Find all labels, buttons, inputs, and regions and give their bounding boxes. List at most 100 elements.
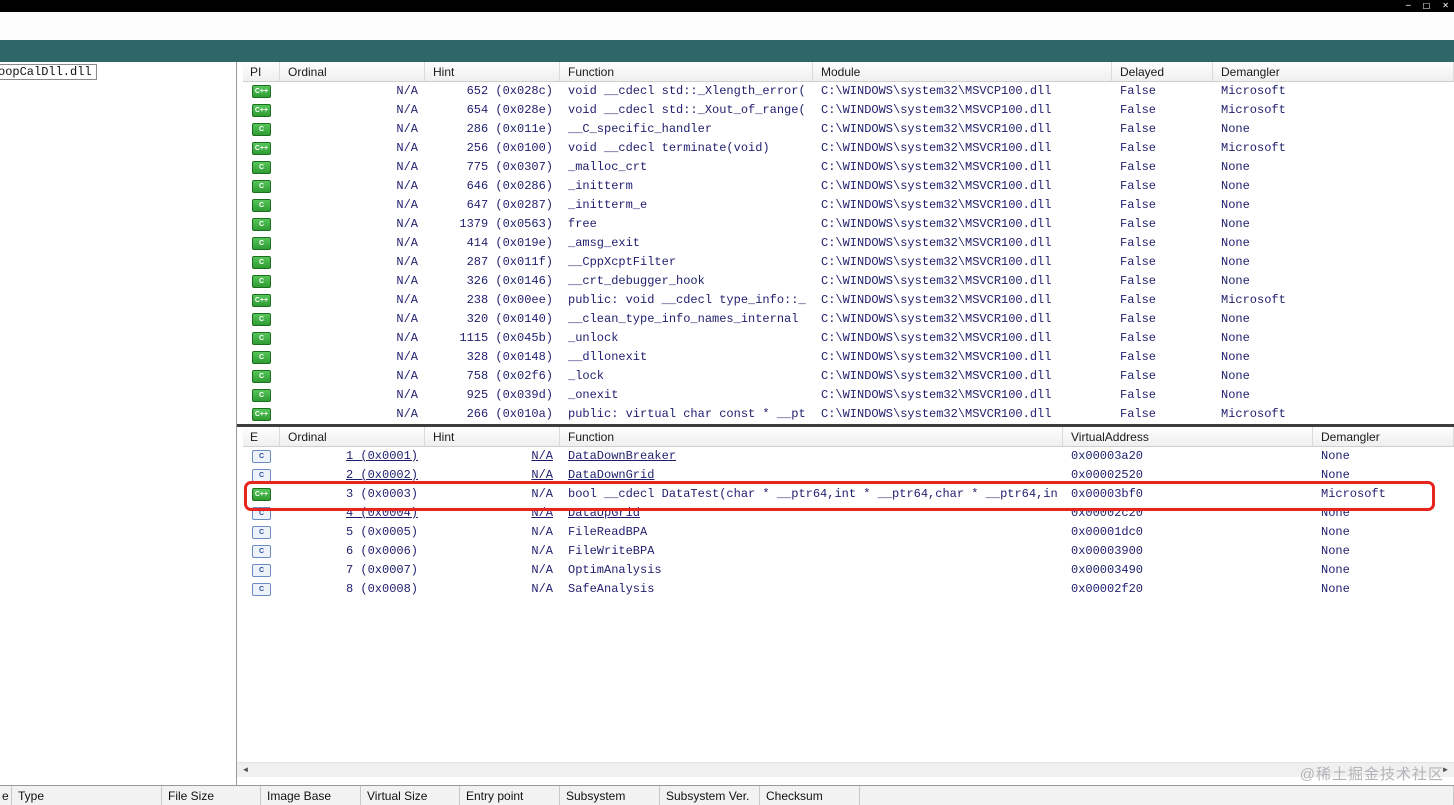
modules-column-header-image-base[interactable]: Image Base	[261, 786, 361, 805]
virtual-address-cell: 0x00003bf0	[1071, 487, 1144, 501]
hint-cell: 266 (0x010a)	[466, 407, 553, 421]
column-header-virtualaddress[interactable]: VirtualAddress	[1063, 427, 1313, 446]
hint-cell: 654 (0x028e)	[466, 103, 553, 117]
toolbar	[0, 40, 1454, 62]
column-header-function[interactable]: Function	[560, 427, 1063, 446]
tree-item-dll[interactable]: oopCalDll.dll	[0, 64, 97, 80]
column-header-pi[interactable]: PI	[243, 62, 280, 81]
modules-column-header-e[interactable]: e	[0, 786, 12, 805]
column-header-delayed[interactable]: Delayed	[1112, 62, 1213, 81]
modules-column-header-subsystem-ver[interactable]: Subsystem Ver.	[660, 786, 760, 805]
function-cell: DataDownGrid	[568, 468, 655, 482]
column-header-ordinal[interactable]: Ordinal	[280, 62, 425, 81]
import-row[interactable]: C++ N/A 238 (0x00ee) public: void __cdecl t…	[243, 291, 1454, 310]
demangler-cell: None	[1221, 255, 1250, 269]
maximize-button[interactable]: □	[1423, 0, 1431, 12]
c-function-icon: C	[252, 389, 271, 402]
modules-column-header-virtual-size[interactable]: Virtual Size	[361, 786, 460, 805]
column-header-hint[interactable]: Hint	[425, 427, 560, 446]
import-row[interactable]: C N/A 414 (0x019e) _amsg_exit C:\WINDOWS\sys…	[243, 234, 1454, 253]
scroll-left-arrow-icon[interactable]: ◄	[237, 763, 254, 777]
ordinal-cell: 6 (0x0006)	[345, 544, 418, 558]
column-header-ordinal[interactable]: Ordinal	[280, 427, 425, 446]
modules-column-header-entry-point[interactable]: Entry point	[460, 786, 560, 805]
import-row[interactable]: C++ N/A 256 (0x0100) void __cdecl terminate…	[243, 139, 1454, 158]
demangler-cell: None	[1321, 563, 1350, 577]
function-type-cell: C++	[243, 485, 280, 504]
function-cell: DataDownBreaker	[568, 449, 677, 463]
hint-cell: 287 (0x011f)	[466, 255, 553, 269]
delayed-cell: False	[1120, 122, 1157, 136]
delayed-cell: False	[1120, 179, 1157, 193]
c-function-icon: C	[252, 351, 271, 364]
c-function-icon: C	[252, 450, 271, 463]
import-row[interactable]: C N/A 1115 (0x045b) _unlock C:\WINDOWS\syste…	[243, 329, 1454, 348]
export-row[interactable]: C++ 3 (0x0003) N/A bool __cdecl DataTest(ch…	[243, 485, 1454, 504]
hint-cell: 646 (0x0286)	[466, 179, 553, 193]
import-row[interactable]: C N/A 326 (0x0146) __crt_debugger_hook C:\WI…	[243, 272, 1454, 291]
cpp-function-icon: C++	[252, 408, 271, 421]
import-row[interactable]: C N/A 287 (0x011f) __CppXcptFilter C:\WINDOW…	[243, 253, 1454, 272]
module-cell: C:\WINDOWS\system32\MSVCR100.dll	[821, 236, 1052, 250]
hint-cell: N/A	[531, 487, 553, 501]
minimize-button[interactable]: ─	[1406, 0, 1411, 12]
c-function-icon: C	[252, 256, 271, 269]
import-row[interactable]: C N/A 925 (0x039d) _onexit C:\WINDOWS\system…	[243, 386, 1454, 405]
modules-column-header-type[interactable]: Type	[12, 786, 162, 805]
modules-column-header-subsystem[interactable]: Subsystem	[560, 786, 660, 805]
column-header-function[interactable]: Function	[560, 62, 813, 81]
demangler-cell: Microsoft	[1221, 103, 1286, 117]
modules-column-header-file-size[interactable]: File Size	[162, 786, 261, 805]
export-row[interactable]: C 1 (0x0001) N/A DataDownBreaker 0x00003a20 N…	[243, 447, 1454, 466]
horizontal-scrollbar[interactable]: ◄ ►	[237, 762, 1454, 777]
title-bar: ─ □ ✕	[0, 0, 1454, 12]
import-row[interactable]: C N/A 758 (0x02f6) _lock C:\WINDOWS\system32…	[243, 367, 1454, 386]
column-header-e[interactable]: E	[243, 427, 280, 446]
import-row[interactable]: C N/A 647 (0x0287) _initterm_e C:\WINDOWS\sy…	[243, 196, 1454, 215]
import-row[interactable]: C N/A 328 (0x0148) __dllonexit C:\WINDOWS\sy…	[243, 348, 1454, 367]
demangler-cell: None	[1321, 468, 1350, 482]
import-row[interactable]: C++ N/A 266 (0x010a) public: virtual char c…	[243, 405, 1454, 424]
export-row[interactable]: C 7 (0x0007) N/A OptimAnalysis 0x00003490 Non…	[243, 561, 1454, 580]
function-type-cell: C	[243, 215, 280, 234]
ordinal-cell: N/A	[396, 198, 418, 212]
c-function-icon: C	[252, 469, 271, 482]
column-header-demangler[interactable]: Demangler	[1313, 427, 1454, 446]
scroll-right-arrow-icon[interactable]: ►	[1437, 763, 1454, 777]
export-row[interactable]: C 8 (0x0008) N/A SafeAnalysis 0x00002f20 None	[243, 580, 1454, 599]
hint-cell: N/A	[531, 468, 553, 482]
function-cell: __CppXcptFilter	[568, 255, 677, 269]
import-row[interactable]: C++ N/A 652 (0x028c) void __cdecl std::_Xle…	[243, 82, 1454, 101]
import-row[interactable]: C N/A 1379 (0x0563) free C:\WINDOWS\system32…	[243, 215, 1454, 234]
delayed-cell: False	[1120, 160, 1157, 174]
demangler-cell: Microsoft	[1221, 84, 1286, 98]
import-row[interactable]: C N/A 646 (0x0286) _initterm C:\WINDOWS\syst…	[243, 177, 1454, 196]
column-header-demangler[interactable]: Demangler	[1213, 62, 1454, 81]
modules-column-header-checksum[interactable]: Checksum	[760, 786, 860, 805]
hint-cell: N/A	[531, 525, 553, 539]
ordinal-cell: 7 (0x0007)	[345, 563, 418, 577]
delayed-cell: False	[1120, 103, 1157, 117]
ordinal-cell: N/A	[396, 255, 418, 269]
import-row[interactable]: C N/A 320 (0x0140) __clean_type_info_names_…	[243, 310, 1454, 329]
c-function-icon: C	[252, 180, 271, 193]
delayed-cell: False	[1120, 407, 1157, 421]
cpp-function-icon: C++	[252, 104, 271, 117]
import-row[interactable]: C++ N/A 654 (0x028e) void __cdecl std::_Xou…	[243, 101, 1454, 120]
import-row[interactable]: C N/A 775 (0x0307) _malloc_crt C:\WINDOWS\sy…	[243, 158, 1454, 177]
export-row[interactable]: C 5 (0x0005) N/A FileReadBPA 0x00001dc0 None	[243, 523, 1454, 542]
export-row[interactable]: C 4 (0x0004) N/A DataUpGrid 0x00002c20 None	[243, 504, 1454, 523]
column-header-hint[interactable]: Hint	[425, 62, 560, 81]
virtual-address-cell: 0x00003a20	[1071, 449, 1144, 463]
column-header-module[interactable]: Module	[813, 62, 1112, 81]
function-cell: _unlock	[568, 331, 619, 345]
imports-body: C++ N/A 652 (0x028c) void __cdecl std::_Xle…	[243, 82, 1454, 424]
import-row[interactable]: C N/A 286 (0x011e) __C_specific_handler C:\W…	[243, 120, 1454, 139]
module-cell: C:\WINDOWS\system32\MSVCR100.dll	[821, 255, 1052, 269]
function-type-cell: C	[243, 466, 280, 485]
close-button[interactable]: ✕	[1442, 0, 1449, 12]
function-type-cell: C++	[243, 139, 280, 158]
export-row[interactable]: C 6 (0x0006) N/A FileWriteBPA 0x00003900 None	[243, 542, 1454, 561]
virtual-address-cell: 0x00002c20	[1071, 506, 1144, 520]
export-row[interactable]: C 2 (0x0002) N/A DataDownGrid 0x00002520 None	[243, 466, 1454, 485]
